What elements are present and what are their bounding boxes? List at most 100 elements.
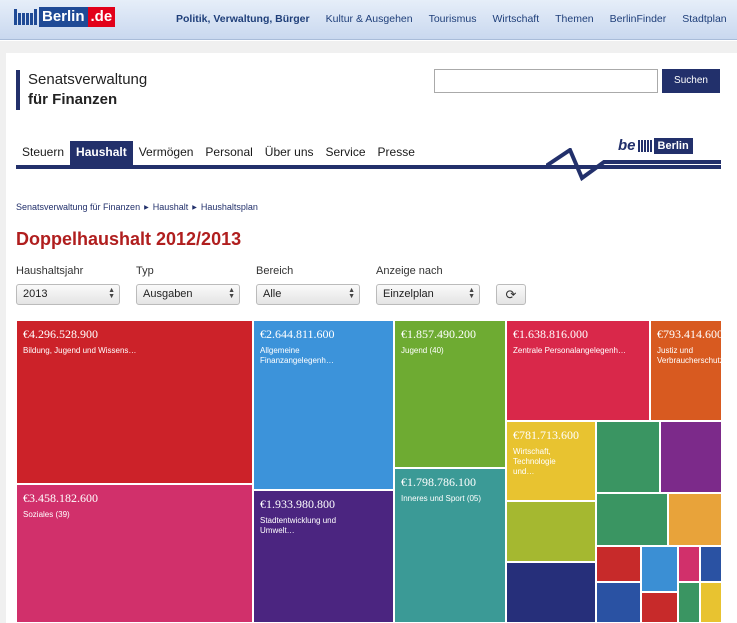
- tab-haushalt[interactable]: Haushalt: [70, 141, 133, 165]
- treemap-cell-small[interactable]: [596, 546, 641, 582]
- display-select-value: Einzelplan: [383, 288, 434, 300]
- cell-amount: €4.296.528.900: [23, 327, 98, 341]
- breadcrumb-item-haushalt[interactable]: Haushalt: [153, 202, 189, 212]
- tab-steuern[interactable]: Steuern: [16, 141, 70, 165]
- treemap-cell-small[interactable]: [506, 562, 596, 623]
- portal-nav-themen[interactable]: Themen: [555, 13, 594, 25]
- zigzag-line-graphic: [546, 148, 721, 182]
- budget-treemap: €4.296.528.900 Bildung, Jugend und Wisse…: [16, 320, 722, 623]
- cell-amount: €1.933.980.800: [260, 497, 335, 511]
- cell-amount: €3.458.182.600: [23, 491, 98, 505]
- type-select-value: Ausgaben: [143, 288, 193, 300]
- treemap-cell-small[interactable]: [668, 493, 722, 546]
- display-select[interactable]: Einzelplan ▲ ▼: [376, 284, 480, 305]
- tab-ueber-uns[interactable]: Über uns: [259, 141, 320, 165]
- treemap-cell-small[interactable]: [700, 582, 722, 623]
- org-line-1: Senatsverwaltung: [28, 71, 148, 88]
- portal-header: Berlin .de Politik, Verwaltung, Bürger K…: [0, 0, 737, 40]
- treemap-cell-small[interactable]: [596, 421, 660, 493]
- breadcrumb-item-senatsverwaltung[interactable]: Senatsverwaltung für Finanzen: [16, 202, 140, 212]
- display-label: Anzeige nach: [376, 265, 443, 277]
- berlin-de-logo[interactable]: Berlin .de: [14, 6, 116, 28]
- treemap-cell-small[interactable]: [678, 546, 700, 582]
- logo-tld-text: .de: [87, 7, 116, 27]
- cell-amount: €1.638.816.000: [513, 327, 588, 341]
- breadcrumb-item-haushaltsplan[interactable]: Haushaltsplan: [201, 202, 258, 212]
- updown-arrows-icon: ▲ ▼: [108, 287, 115, 300]
- type-label: Typ: [136, 265, 154, 277]
- year-select-value: 2013: [23, 288, 48, 300]
- treemap-cell-small[interactable]: [660, 421, 722, 493]
- treemap-cell-small[interactable]: [678, 582, 700, 623]
- cell-amount: €1.798.786.100: [401, 475, 476, 489]
- org-title[interactable]: Senatsverwaltung für Finanzen: [16, 70, 147, 110]
- tab-personal[interactable]: Personal: [199, 141, 258, 165]
- cell-amount: €781.713.600: [513, 428, 579, 442]
- treemap-cell-soziales[interactable]: €3.458.182.600 Soziales (39): [16, 484, 253, 623]
- tab-vermoegen[interactable]: Vermögen: [133, 141, 200, 165]
- treemap-cell-small[interactable]: [700, 546, 722, 582]
- area-select[interactable]: Alle ▲ ▼: [256, 284, 360, 305]
- cell-label: Zentrale Personalangelegenh…: [513, 346, 626, 355]
- treemap-cell-inneres[interactable]: €1.798.786.100 Inneres und Sport (05): [394, 468, 506, 623]
- page-content: Senatsverwaltung für Finanzen Suchen Ste…: [6, 53, 737, 623]
- cell-label: Stadtentwicklung und Umwelt…: [260, 516, 337, 535]
- area-label: Bereich: [256, 265, 294, 277]
- cell-label: Bildung, Jugend und Wissens…: [23, 346, 137, 355]
- cell-amount: €1.857.490.200: [401, 327, 476, 341]
- logo-main-text: Berlin: [39, 7, 88, 27]
- updown-arrows-icon: ▲ ▼: [348, 287, 355, 300]
- page-frame: Senatsverwaltung für Finanzen Suchen Ste…: [0, 41, 737, 623]
- brandenburg-gate-icon: [637, 139, 652, 152]
- treemap-cell-personal[interactable]: €1.638.816.000 Zentrale Personalangelege…: [506, 320, 650, 421]
- treemap-cell-bildung[interactable]: €4.296.528.900 Bildung, Jugend und Wisse…: [16, 320, 253, 484]
- cell-label: Allgemeine Finanzangelegenh…: [260, 346, 334, 365]
- cell-amount: €793.414.600: [657, 327, 722, 341]
- search-input[interactable]: [434, 69, 658, 93]
- portal-nav-politik[interactable]: Politik, Verwaltung, Bürger: [176, 13, 310, 25]
- year-label: Haushaltsjahr: [16, 265, 84, 277]
- treemap-cell-finanzen[interactable]: €2.644.811.600 Allgemeine Finanzangelege…: [253, 320, 394, 490]
- treemap-cell-stadtentwicklung[interactable]: €1.933.980.800 Stadtentwicklung und Umwe…: [253, 490, 394, 623]
- breadcrumb: Senatsverwaltung für Finanzen ▶ Haushalt…: [16, 202, 258, 212]
- brandenburg-gate-icon: [14, 9, 37, 25]
- main-nav: Steuern Haushalt Vermögen Personal Über …: [16, 141, 421, 165]
- cell-label: Soziales (39): [23, 510, 70, 519]
- search-button[interactable]: Suchen: [662, 69, 720, 93]
- updown-arrows-icon: ▲ ▼: [228, 287, 235, 300]
- cell-label: Justiz und Verbraucherschutz: [657, 346, 722, 365]
- be-berlin-logo[interactable]: be Berlin: [618, 137, 693, 154]
- breadcrumb-arrow-icon: ▶: [144, 204, 149, 211]
- refresh-button[interactable]: ⟳: [496, 284, 526, 305]
- treemap-cell-small[interactable]: [641, 592, 678, 623]
- org-line-2: für Finanzen: [28, 91, 118, 108]
- cell-label: Jugend (40): [401, 346, 444, 355]
- portal-nav-tourismus[interactable]: Tourismus: [429, 13, 477, 25]
- cell-amount: €2.644.811.600: [260, 327, 335, 341]
- portal-nav-kultur[interactable]: Kultur & Ausgehen: [326, 13, 413, 25]
- be-berlin-text: Berlin: [653, 137, 693, 154]
- updown-arrows-icon: ▲ ▼: [468, 287, 475, 300]
- cell-label: Wirtschaft, Technologie und…: [513, 447, 556, 476]
- treemap-cell-small[interactable]: [506, 501, 596, 562]
- year-select[interactable]: 2013 ▲ ▼: [16, 284, 120, 305]
- breadcrumb-arrow-icon: ▶: [192, 204, 197, 211]
- portal-nav-berlinfinder[interactable]: BerlinFinder: [610, 13, 667, 25]
- portal-nav: Politik, Verwaltung, Bürger Kultur & Aus…: [176, 13, 737, 25]
- portal-nav-stadtplan[interactable]: Stadtplan: [682, 13, 726, 25]
- tab-presse[interactable]: Presse: [372, 141, 421, 165]
- tab-service[interactable]: Service: [320, 141, 372, 165]
- be-text: be: [618, 137, 636, 154]
- treemap-cell-small[interactable]: [641, 546, 678, 592]
- treemap-cell-wirtschaft[interactable]: €781.713.600 Wirtschaft, Technologie und…: [506, 421, 596, 501]
- page-title: Doppelhaushalt 2012/2013: [16, 229, 242, 249]
- treemap-cell-small[interactable]: [596, 582, 641, 623]
- treemap-cell-small[interactable]: [596, 493, 668, 546]
- refresh-icon: ⟳: [505, 287, 517, 302]
- portal-nav-wirtschaft[interactable]: Wirtschaft: [492, 13, 539, 25]
- area-select-value: Alle: [263, 288, 282, 300]
- cell-label: Inneres und Sport (05): [401, 494, 482, 503]
- type-select[interactable]: Ausgaben ▲ ▼: [136, 284, 240, 305]
- treemap-cell-justiz[interactable]: €793.414.600 Justiz und Verbraucherschut…: [650, 320, 722, 421]
- treemap-cell-jugend[interactable]: €1.857.490.200 Jugend (40): [394, 320, 506, 468]
